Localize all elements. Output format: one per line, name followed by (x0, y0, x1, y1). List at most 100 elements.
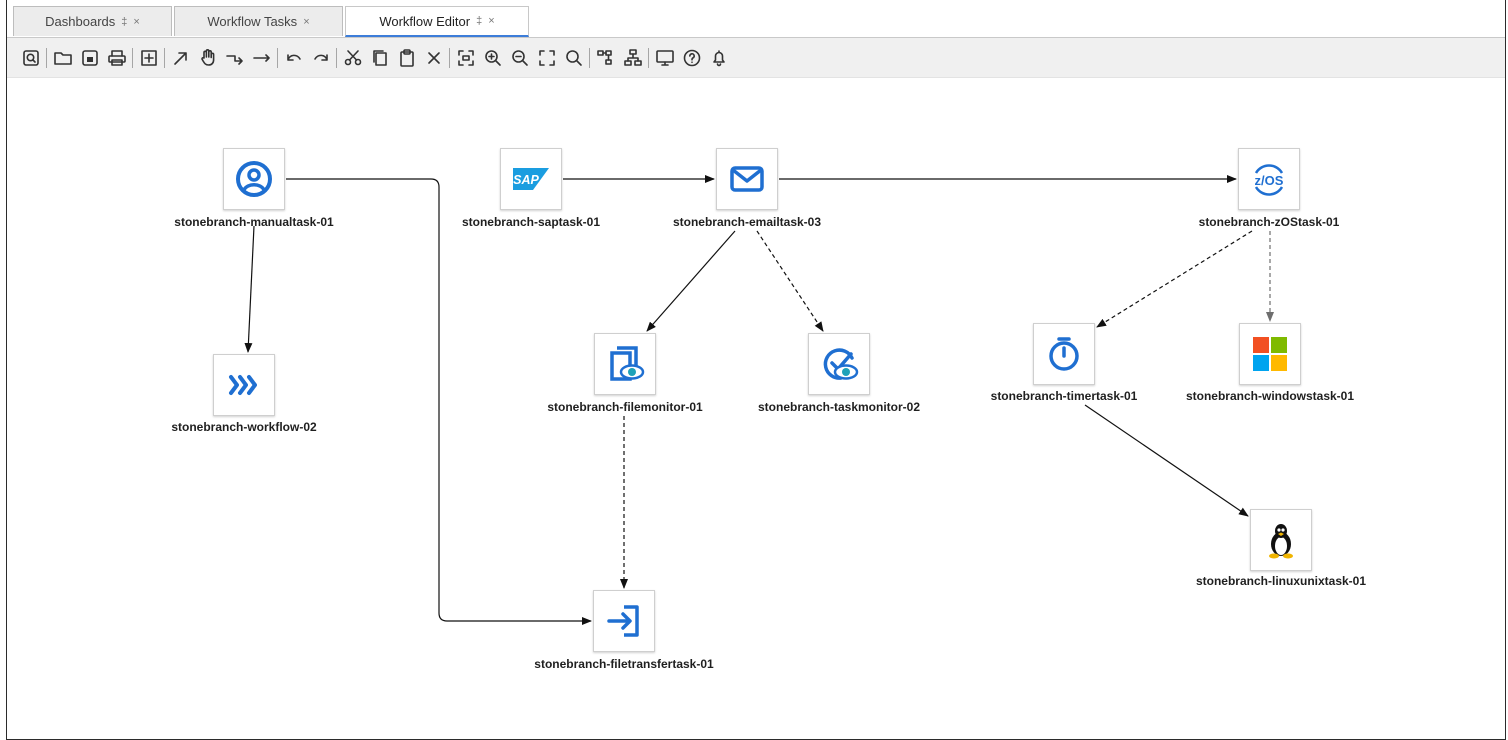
task-node-emailtask[interactable] (716, 148, 778, 210)
close-icon[interactable]: × (303, 16, 309, 28)
connector-straight-icon (252, 53, 270, 62)
task-node-label[interactable]: stonebranch-filetransfertask-01 (534, 657, 713, 671)
hierarchy-button[interactable] (619, 44, 646, 72)
toolbar-separator (277, 47, 278, 68)
pan-hand-button[interactable] (194, 44, 221, 72)
connector-straight-button[interactable] (248, 44, 275, 72)
edge-emailtask-to-taskmonitor[interactable] (756, 230, 824, 332)
hierarchy-icon (623, 48, 642, 66)
find-button[interactable] (17, 44, 44, 72)
close-icon[interactable]: × (133, 16, 139, 28)
svg-text:z/OS: z/OS (1255, 173, 1284, 188)
layout-icon (596, 49, 612, 65)
task-node-timertask[interactable] (1033, 323, 1095, 385)
actual-size-button[interactable] (533, 44, 560, 72)
manual-task-icon (236, 161, 272, 197)
save-button[interactable] (76, 44, 103, 72)
tab-workflow-editor[interactable]: Workflow Editor ‡ × (345, 6, 529, 37)
cut-icon (344, 49, 361, 65)
copy-button[interactable] (366, 44, 393, 72)
close-icon[interactable]: × (488, 15, 494, 27)
task-node-label[interactable]: stonebranch-saptask-01 (462, 215, 600, 229)
task-node-label[interactable]: stonebranch-filemonitor-01 (547, 400, 702, 414)
tab-dashboards[interactable]: Dashboards ‡ × (13, 6, 172, 36)
toolbar-separator (648, 47, 649, 68)
sap-icon: SAP (513, 168, 549, 190)
task-node-windowstask[interactable] (1239, 323, 1301, 385)
open-folder-icon (53, 51, 72, 65)
print-button[interactable] (103, 44, 130, 72)
tab-strip: Dashboards ‡ × Workflow Tasks × Workflow… (7, 0, 1505, 38)
file-monitor-icon (610, 346, 645, 381)
task-node-filetransfer[interactable] (593, 590, 655, 652)
tab-label: Workflow Editor (379, 13, 471, 29)
cut-button[interactable] (339, 44, 366, 72)
pin-icon[interactable]: ‡ (121, 16, 127, 28)
task-node-linuxtask[interactable] (1250, 509, 1312, 571)
actual-size-icon (538, 49, 555, 66)
monitor-button[interactable] (651, 44, 678, 72)
task-node-label[interactable]: stonebranch-manualtask-01 (174, 215, 333, 229)
redo-button[interactable] (307, 44, 334, 72)
delete-icon (427, 51, 440, 64)
search-icon (565, 49, 582, 66)
monitor-icon (655, 49, 674, 66)
edge-timertask-to-linuxtask[interactable] (1084, 404, 1249, 517)
task-monitor-icon (823, 348, 859, 380)
find-icon (22, 49, 39, 66)
open-folder-button[interactable] (49, 44, 76, 72)
zoom-in-button[interactable] (479, 44, 506, 72)
print-icon (107, 49, 126, 66)
tab-label: Workflow Tasks (207, 14, 298, 29)
task-node-label[interactable]: stonebranch-workflow-02 (171, 420, 316, 434)
task-node-taskmonitor[interactable] (808, 333, 870, 395)
layout-button[interactable] (592, 44, 619, 72)
task-node-label[interactable]: stonebranch-emailtask-03 (673, 215, 821, 229)
delete-button[interactable] (420, 44, 447, 72)
paste-button[interactable] (393, 44, 420, 72)
undo-button[interactable] (280, 44, 307, 72)
task-node-label[interactable]: stonebranch-linuxunixtask-01 (1196, 574, 1366, 588)
connector-elbow-icon (225, 54, 243, 65)
task-node-label[interactable]: stonebranch-taskmonitor-02 (758, 400, 920, 414)
task-node-label[interactable]: stonebranch-zOStask-01 (1199, 215, 1340, 229)
windows-icon (1253, 337, 1287, 371)
save-icon (81, 49, 98, 66)
task-node-filemonitor[interactable] (594, 333, 656, 395)
edge-emailtask-to-filemonitor[interactable] (646, 230, 736, 332)
task-node-workflow[interactable] (213, 354, 275, 416)
task-node-manualtask[interactable] (223, 148, 285, 210)
pin-icon[interactable]: ‡ (476, 15, 482, 27)
workflow-canvas[interactable]: stonebranch-manualtask-01 stonebranch-wor… (7, 79, 1505, 739)
expand-icon (140, 49, 157, 66)
task-node-label[interactable]: stonebranch-timertask-01 (991, 389, 1138, 403)
zoom-out-button[interactable] (506, 44, 533, 72)
toolbar-separator (132, 47, 133, 68)
fit-icon (457, 49, 474, 66)
zoom-out-icon (511, 49, 528, 66)
task-node-saptask[interactable]: SAP (500, 148, 562, 210)
tab-workflow-tasks[interactable]: Workflow Tasks × (174, 6, 343, 36)
edge-zostask-to-timertask[interactable] (1096, 230, 1253, 328)
editor-toolbar (7, 38, 1505, 78)
tab-label: Dashboards (45, 14, 116, 29)
linux-icon (1269, 524, 1293, 559)
notification-bell-button[interactable] (705, 44, 732, 72)
pan-hand-icon (200, 48, 214, 66)
task-node-zostask[interactable]: z/OS (1238, 148, 1300, 210)
edge-manualtask-to-filetransfer[interactable] (286, 178, 592, 625)
select-arrow-button[interactable] (167, 44, 194, 72)
help-button[interactable] (678, 44, 705, 72)
connector-elbow-button[interactable] (221, 44, 248, 72)
search-button[interactable] (560, 44, 587, 72)
toolbar-separator (449, 47, 450, 68)
fit-button[interactable] (452, 44, 479, 72)
svg-text:SAP: SAP (513, 173, 539, 187)
toolbar-separator (589, 47, 590, 68)
paste-icon (399, 48, 414, 67)
zos-icon: z/OS (1255, 164, 1284, 196)
select-arrow-icon (173, 51, 187, 65)
task-node-label[interactable]: stonebranch-windowstask-01 (1186, 389, 1354, 403)
expand-button[interactable] (135, 44, 162, 72)
edge-manualtask-to-workflow[interactable] (244, 225, 255, 353)
